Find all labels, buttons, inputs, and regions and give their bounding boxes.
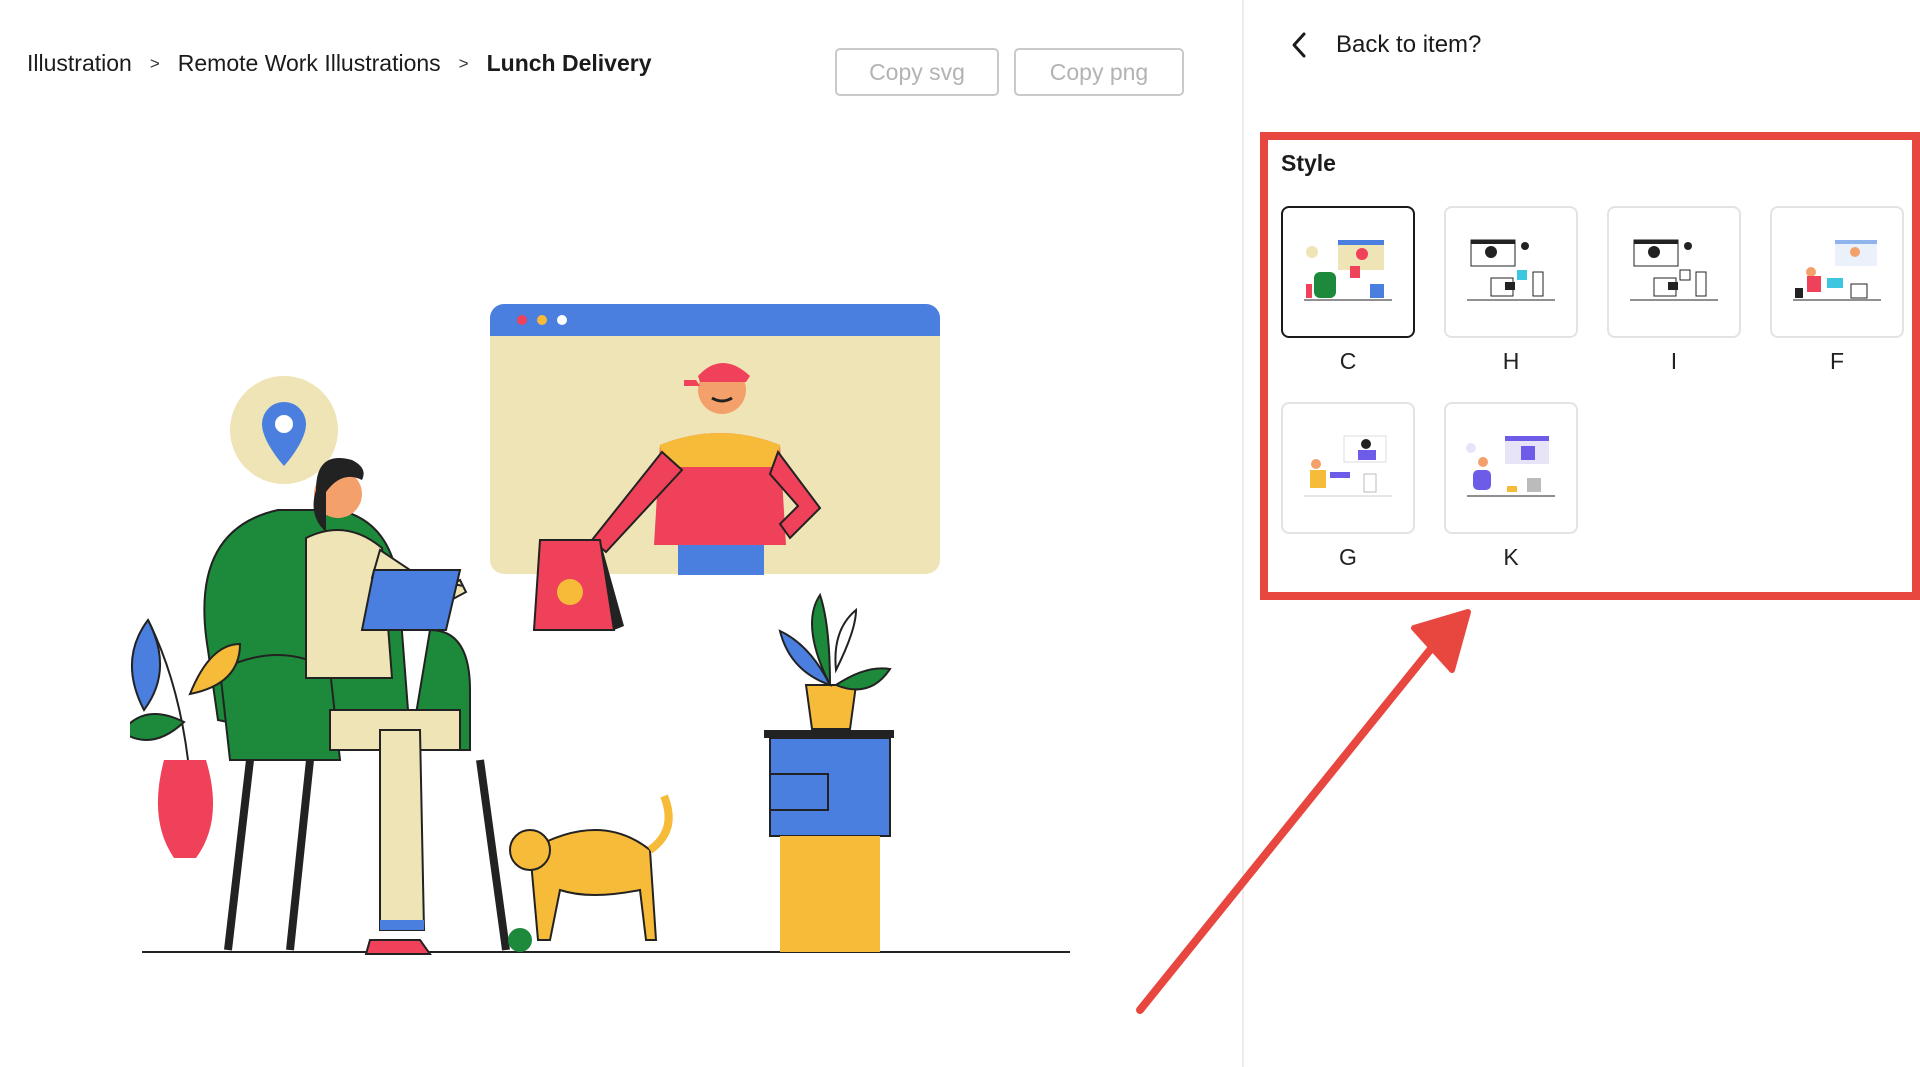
cat: [508, 794, 673, 952]
back-label: Back to item?: [1336, 31, 1482, 58]
style-thumbnail-image: [1467, 239, 1555, 301]
breadcrumb-remote-work[interactable]: Remote Work Illustrations: [178, 50, 441, 77]
style-option-f[interactable]: F: [1770, 206, 1904, 375]
style-option-h[interactable]: H: [1444, 206, 1578, 375]
breadcrumb: Illustration > Remote Work Illustrations…: [27, 50, 651, 77]
left-plant: [130, 618, 242, 858]
style-option-label: C: [1339, 348, 1357, 374]
breadcrumb-separator: >: [149, 53, 160, 73]
style-thumbnail-image: [1630, 239, 1718, 301]
breadcrumb-illustration[interactable]: Illustration: [27, 50, 132, 77]
chevron-left-icon: [1292, 32, 1306, 58]
style-option-label: H: [1502, 348, 1520, 374]
side-table: [764, 592, 894, 952]
style-thumbnail: [1444, 206, 1578, 338]
style-option-i[interactable]: I: [1607, 206, 1741, 375]
style-option-label: G: [1339, 544, 1357, 570]
style-thumbnail: [1281, 206, 1415, 338]
style-option-label: F: [1829, 348, 1845, 374]
laptop: [360, 569, 462, 631]
style-thumbnail-image: [1304, 240, 1392, 301]
style-option-label: K: [1503, 544, 1519, 570]
style-option-k[interactable]: K: [1444, 402, 1578, 571]
copy-png-button[interactable]: Copy png: [1014, 48, 1184, 96]
style-thumbnail-image: [1466, 436, 1555, 497]
breadcrumb-separator: >: [458, 53, 469, 73]
style-thumbnail: [1770, 206, 1904, 338]
style-option-c[interactable]: C: [1281, 206, 1415, 375]
style-option-label: I: [1670, 348, 1678, 374]
style-thumbnail: [1444, 402, 1578, 534]
lunch-delivery-illustration: [130, 304, 1070, 955]
preview-pane: Illustration > Remote Work Illustrations…: [0, 0, 1242, 1067]
copy-svg-button[interactable]: Copy svg: [835, 48, 999, 96]
style-thumbnail-image: [1304, 435, 1392, 497]
style-section-title: Style: [1281, 150, 1336, 176]
video-call-window: [490, 304, 940, 575]
style-thumbnail: [1281, 402, 1415, 534]
style-thumbnail: [1607, 206, 1741, 338]
back-to-item-link[interactable]: Back to item?: [1288, 30, 1481, 60]
style-sidebar: Back to item? Style C H I F G K: [1244, 0, 1920, 1067]
breadcrumb-current-page: Lunch Delivery: [486, 50, 652, 76]
style-option-g[interactable]: G: [1281, 402, 1415, 571]
style-thumbnail-image: [1793, 240, 1881, 301]
